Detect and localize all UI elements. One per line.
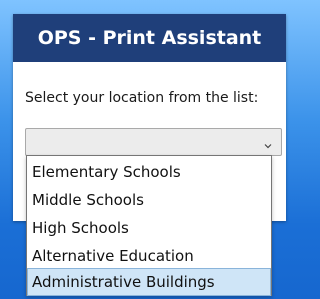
option-elementary-schools[interactable]: Elementary Schools (27, 158, 271, 186)
location-dropdown-list: Elementary Schools Middle Schools High S… (26, 155, 272, 296)
option-administrative-buildings[interactable]: Administrative Buildings (27, 268, 271, 296)
chevron-down-icon (263, 136, 273, 149)
option-alternative-education[interactable]: Alternative Education (27, 242, 271, 270)
location-select[interactable] (25, 128, 282, 156)
app-title: OPS - Print Assistant (13, 14, 286, 62)
option-middle-schools[interactable]: Middle Schools (27, 186, 271, 214)
option-high-schools[interactable]: High Schools (27, 214, 271, 242)
location-prompt: Select your location from the list: (25, 90, 259, 106)
